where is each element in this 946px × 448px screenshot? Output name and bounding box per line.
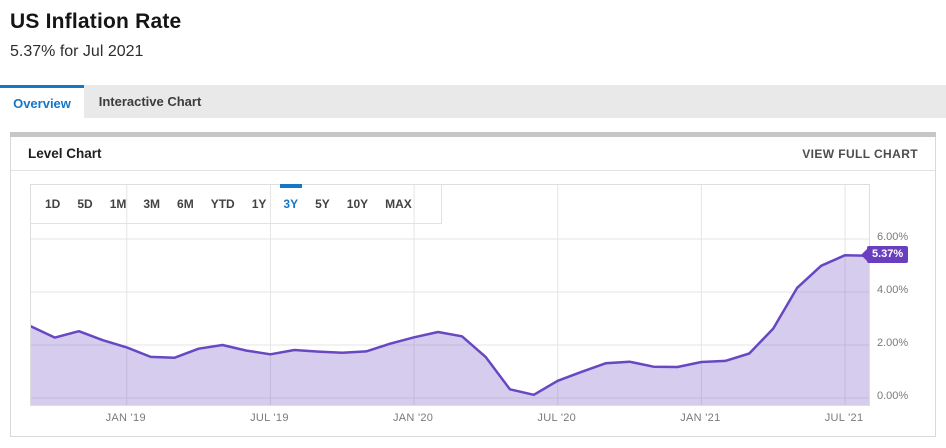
range-option-5d[interactable]: 5D [77,184,92,224]
range-option-10y[interactable]: 10Y [347,184,368,224]
x-axis-label: JAN '20 [392,412,434,424]
tab-interactive-chart[interactable]: Interactive Chart [84,85,216,118]
y-axis-label: 0.00% [877,390,909,402]
card-header: Level Chart VIEW FULL CHART [11,137,935,171]
x-axis-label: JUL '20 [537,412,577,424]
x-axis-label: JAN '19 [105,412,146,424]
page-title: US Inflation Rate [10,10,182,33]
page-subtitle: 5.37% for Jul 2021 [10,43,144,60]
last-value-badge: 5.37% [867,246,909,263]
range-option-1m[interactable]: 1M [110,184,127,224]
y-axis-label: 2.00% [877,337,909,349]
range-option-max[interactable]: MAX [385,184,412,224]
range-selector: 1D 5D 1M 3M 6M YTD 1Y 3Y 5Y 10Y MAX [30,184,442,224]
x-axis-label: JUL '21 [824,412,864,424]
x-axis-label: JUL '19 [250,412,289,424]
card-title: Level Chart [28,146,102,161]
y-axis-label: 6.00% [877,231,909,243]
range-option-6m[interactable]: 6M [177,184,194,224]
range-option-1y[interactable]: 1Y [252,184,267,224]
range-option-3m[interactable]: 3M [143,184,160,224]
view-full-chart-link[interactable]: VIEW FULL CHART [802,147,918,161]
range-option-3y[interactable]: 3Y [283,184,298,224]
tab-overview[interactable]: Overview [0,85,84,118]
tabbar: Overview Interactive Chart [0,85,946,118]
series-area-fill [31,255,869,405]
card-body: Level Chart VIEW FULL CHART 1D 5D 1M 3M 6M YT… [10,137,936,437]
y-axis-label: 4.00% [877,284,909,296]
x-axis-label: JAN '21 [680,412,721,424]
page-header: US Inflation Rate 5.37% for Jul 2021 [10,10,181,61]
level-chart-card: Level Chart VIEW FULL CHART 1D 5D 1M 3M 6M YT… [10,132,936,437]
range-option-5y[interactable]: 5Y [315,184,330,224]
range-option-ytd[interactable]: YTD [211,184,235,224]
level-chart: 1D 5D 1M 3M 6M YTD 1Y 3Y 5Y 10Y MAX 5.37% JAN '19 J… [11,171,935,435]
range-option-1d[interactable]: 1D [45,184,60,224]
